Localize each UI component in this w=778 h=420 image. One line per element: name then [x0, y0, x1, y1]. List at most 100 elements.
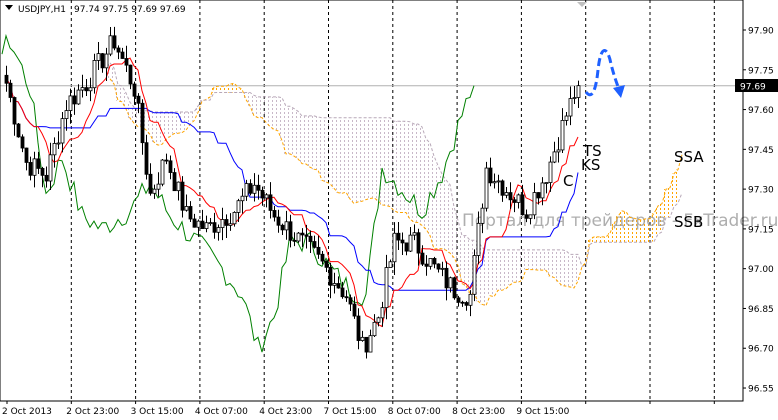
- candle: [272, 206, 277, 222]
- candle-body: [240, 195, 245, 202]
- cloud-segment: [124, 93, 128, 109]
- candle-body: [324, 260, 329, 268]
- candle-body: [316, 246, 321, 255]
- cloud-segment: [676, 169, 680, 204]
- cloud-segment: [316, 116, 320, 171]
- cloud-segment: [572, 254, 576, 288]
- candle-body: [4, 74, 9, 84]
- cloud-segment: [560, 249, 564, 286]
- cloud-segment: [332, 117, 336, 189]
- candle: [428, 258, 433, 270]
- candle-body: [544, 182, 549, 184]
- candle: [432, 256, 437, 269]
- candle-body: [160, 159, 165, 185]
- candle: [152, 184, 157, 199]
- candle-body: [244, 183, 249, 197]
- cloud-segment: [600, 236, 604, 243]
- candle: [352, 296, 357, 319]
- candle-body: [520, 194, 525, 216]
- candle-body: [184, 206, 189, 211]
- label-ssa: SSA: [674, 148, 704, 166]
- chart-menu-triangle-icon[interactable]: [5, 5, 13, 10]
- candle-body: [292, 239, 297, 242]
- candle-body: [36, 158, 41, 169]
- candle: [280, 223, 285, 236]
- cloud-segment: [540, 249, 544, 271]
- cloud-segment: [304, 115, 308, 165]
- cloud-segment: [360, 117, 364, 202]
- cloud-segment: [300, 115, 304, 164]
- candle: [216, 224, 221, 241]
- candle: [96, 41, 101, 71]
- candle-body: [260, 189, 265, 199]
- candle-body: [48, 154, 53, 182]
- indicator-lines: [1, 33, 683, 353]
- candle-body: [500, 180, 505, 196]
- candle-body: [124, 58, 129, 66]
- cloud-segment: [552, 249, 556, 278]
- candle: [392, 222, 397, 275]
- cloud-segment: [500, 249, 504, 291]
- candle-body: [356, 315, 361, 341]
- candle: [492, 173, 497, 189]
- candle: [180, 176, 185, 218]
- candle-body: [220, 219, 225, 228]
- cloud-segment: [364, 117, 368, 200]
- candle-body: [336, 283, 341, 289]
- candle-body: [468, 293, 473, 306]
- candle: [408, 226, 413, 252]
- candle-body: [408, 234, 413, 252]
- candle: [436, 263, 441, 273]
- candle-body: [508, 192, 513, 201]
- chart-window[interactable]: Портал для трейдеров - FxTrader.ru TS KS…: [0, 0, 778, 420]
- candle: [112, 26, 117, 51]
- x-tick-label: 2 Oct 23:00: [66, 407, 119, 417]
- candle-body: [68, 95, 73, 111]
- cloud-segment: [188, 111, 192, 125]
- candle-body: [492, 181, 497, 184]
- candle: [192, 213, 197, 228]
- x-tick-label: 8 Oct 07:00: [388, 407, 441, 417]
- cloud-segment: [492, 249, 496, 297]
- candle: [248, 179, 253, 196]
- cloud-segment: [436, 165, 440, 249]
- cloud-segment: [524, 249, 528, 270]
- candle: [60, 112, 65, 153]
- candle-body: [56, 142, 61, 145]
- candle: [412, 224, 417, 241]
- cloud-segment: [596, 236, 600, 243]
- candle-body: [152, 188, 157, 194]
- candle-body: [148, 173, 153, 194]
- candle-body: [236, 200, 241, 213]
- candle: [116, 45, 121, 60]
- candle: [288, 214, 293, 248]
- cloud-segment: [368, 117, 372, 199]
- candle: [72, 87, 77, 115]
- y-tick-label: 97.30: [748, 186, 774, 196]
- candle-body: [504, 192, 509, 196]
- candle: [316, 235, 321, 259]
- candle-body: [156, 183, 161, 190]
- candle: [208, 218, 213, 226]
- candle: [124, 45, 129, 72]
- candle-body: [232, 212, 237, 225]
- cloud-segment: [216, 86, 220, 93]
- cloud-segment: [484, 249, 488, 306]
- candle-body: [576, 85, 581, 98]
- candle: [84, 78, 89, 96]
- candle-body: [256, 184, 261, 191]
- time-gridlines: [70, 0, 715, 401]
- candle-body: [272, 210, 277, 218]
- candle: [108, 27, 113, 57]
- price-chart[interactable]: Портал для трейдеров - FxTrader.ru TS KS…: [0, 0, 778, 420]
- candle: [104, 47, 109, 81]
- candle-body: [192, 218, 197, 228]
- candle-body: [52, 143, 57, 156]
- candle: [12, 96, 17, 136]
- cloud-segment: [452, 206, 456, 258]
- candle-body: [224, 219, 229, 226]
- candle-body: [332, 283, 337, 286]
- candle: [28, 156, 33, 181]
- ohlc-header: 97.74 97.75 97.69 97.69: [74, 5, 186, 15]
- cloud-segment: [308, 115, 312, 168]
